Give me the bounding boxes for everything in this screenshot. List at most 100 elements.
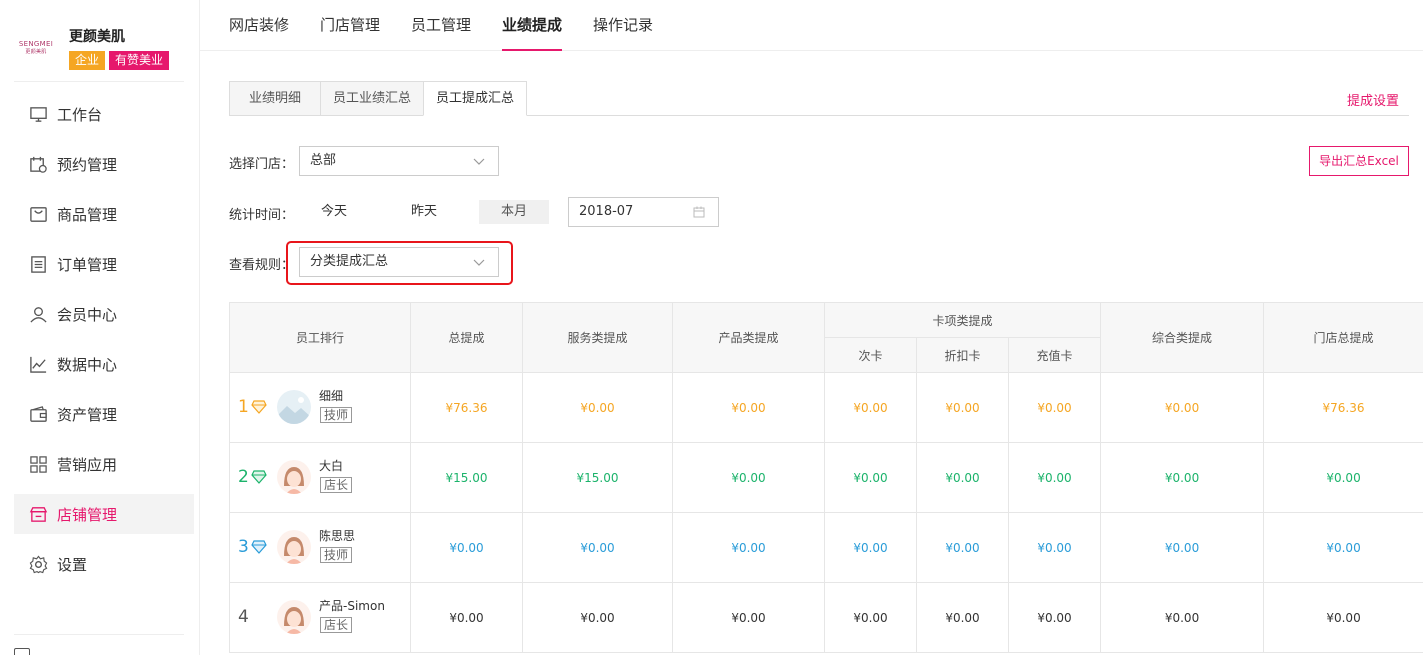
- header-recharge-card: 充值卡: [1007, 337, 1102, 373]
- cell-times-card: ¥0.00: [824, 582, 917, 653]
- cell-service: ¥0.00: [522, 372, 673, 443]
- brand-header: SENGMEI 更颜美肌 更颜美肌 企业 有赞美业: [0, 0, 200, 82]
- green-diamond-icon: [251, 470, 267, 484]
- sidebar-item-members[interactable]: 会员中心: [14, 294, 194, 334]
- store-select-value: 总部: [310, 153, 337, 168]
- sidebar-item-products[interactable]: 商品管理: [14, 194, 194, 234]
- blue-diamond-icon: [251, 540, 267, 554]
- cell-times-card: ¥0.00: [824, 512, 917, 583]
- cell-total: ¥0.00: [410, 512, 523, 583]
- cell-comprehensive: ¥0.00: [1100, 582, 1265, 653]
- shop-name: 更颜美肌: [69, 29, 125, 45]
- sidebar-item-appointments[interactable]: 预约管理: [14, 144, 194, 184]
- sidebar-item-label: 商品管理: [57, 205, 118, 224]
- gold-diamond-icon: [251, 400, 267, 414]
- sidebar-item-workbench[interactable]: 工作台: [14, 94, 194, 134]
- tab-operation-log[interactable]: 操作记录: [593, 0, 653, 51]
- month-picker-value: 2018-07: [579, 204, 634, 219]
- employee-name: 大白: [319, 459, 344, 473]
- sidebar-item-label: 设置: [57, 555, 88, 574]
- employee-name: 产品-Simon: [319, 599, 385, 613]
- table-row: 1 细细 技师 ¥76.36 ¥0.00 ¥0.00 ¥0.00 ¥0.00 ¥…: [229, 372, 1423, 443]
- rank-number: 2: [238, 467, 249, 487]
- tab-performance-commission[interactable]: 业绩提成: [502, 0, 563, 51]
- sidebar-item-label: 营销应用: [57, 455, 118, 474]
- header-comprehensive-commission: 综合类提成: [1100, 302, 1265, 373]
- collapse-sidebar-icon[interactable]: [14, 648, 30, 655]
- sidebar-nav: 工作台 预约管理 商品管理 订单管理 会员中心 数据中心 资产管理 营销应用 店…: [14, 94, 194, 594]
- sidebar-item-assets[interactable]: 资产管理: [14, 394, 194, 434]
- tab-store-management[interactable]: 门店管理: [320, 0, 380, 51]
- monitor-icon: [28, 104, 48, 124]
- cell-comprehensive: ¥0.00: [1100, 372, 1265, 443]
- header-product-commission: 产品类提成: [672, 302, 825, 373]
- commission-table-wrapper: 员工排行 总提成 服务类提成 产品类提成 卡项类提成 综合类提成 门店总提成 次…: [229, 302, 1423, 655]
- cell-service: ¥0.00: [522, 582, 673, 653]
- subtab-staff-commission-summary[interactable]: 员工提成汇总: [423, 81, 527, 116]
- sidebar-item-label: 数据中心: [57, 355, 118, 374]
- cell-times-card: ¥0.00: [824, 442, 917, 513]
- cell-product: ¥0.00: [672, 372, 825, 443]
- bag-icon: [28, 204, 48, 224]
- employee-name: 陈思思: [319, 529, 356, 543]
- header-employee-rank: 员工排行: [229, 302, 411, 373]
- time-option-this-month[interactable]: 本月: [479, 200, 549, 224]
- chevron-down-icon: [473, 158, 485, 165]
- cell-service: ¥0.00: [522, 512, 673, 583]
- cell-discount-card: ¥0.00: [916, 512, 1009, 583]
- employee-role-badge: 技师: [320, 547, 353, 563]
- employee-role-badge: 店长: [320, 617, 353, 633]
- calendar-icon: [693, 206, 705, 218]
- avatar: [277, 530, 311, 564]
- table-row: 3 陈思思 技师 ¥0.00 ¥0.00 ¥0.00 ¥0.00 ¥0.00 ¥…: [229, 512, 1423, 583]
- cell-service: ¥15.00: [522, 442, 673, 513]
- cell-discount-card: ¥0.00: [916, 442, 1009, 513]
- subtab-staff-performance-summary[interactable]: 员工业绩汇总: [320, 81, 424, 116]
- sidebar-item-store[interactable]: 店铺管理: [14, 494, 194, 534]
- time-option-today[interactable]: 今天: [299, 200, 369, 224]
- gear-icon: [28, 554, 48, 574]
- header-times-card: 次卡: [824, 337, 917, 373]
- sidebar-item-label: 店铺管理: [57, 505, 118, 524]
- subtab-performance-detail[interactable]: 业绩明细: [229, 81, 321, 116]
- time-option-yesterday[interactable]: 昨天: [389, 200, 459, 224]
- cell-total: ¥15.00: [410, 442, 523, 513]
- tab-staff-management[interactable]: 员工管理: [411, 0, 471, 51]
- sidebar-item-settings[interactable]: 设置: [14, 544, 194, 584]
- commission-settings-link[interactable]: 提成设置: [1347, 90, 1399, 109]
- chart-line-icon: [28, 354, 48, 374]
- sidebar-item-marketing[interactable]: 营销应用: [14, 444, 194, 484]
- sidebar-item-label: 订单管理: [57, 255, 118, 274]
- employee-role-badge: 店长: [320, 477, 353, 493]
- user-icon: [28, 304, 48, 324]
- table-row: 2 大白 店长 ¥15.00 ¥15.00 ¥0.00 ¥0.00 ¥0.00 …: [229, 442, 1423, 513]
- header-total-commission: 总提成: [410, 302, 523, 373]
- cell-discount-card: ¥0.00: [916, 582, 1009, 653]
- export-excel-button[interactable]: 导出汇总Excel: [1309, 146, 1409, 176]
- cell-product: ¥0.00: [672, 442, 825, 513]
- month-picker[interactable]: 2018-07: [568, 197, 719, 227]
- cell-product: ¥0.00: [672, 512, 825, 583]
- sidebar-item-label: 资产管理: [57, 405, 118, 424]
- divider: [14, 634, 184, 635]
- cell-store-total: ¥76.36: [1263, 372, 1423, 443]
- wallet-icon: [28, 404, 48, 424]
- cell-recharge-card: ¥0.00: [1007, 512, 1102, 583]
- list-doc-icon: [28, 254, 48, 274]
- rank-number: 1: [238, 397, 249, 417]
- calendar-clock-icon: [28, 154, 48, 174]
- cell-store-total: ¥0.00: [1263, 582, 1423, 653]
- sidebar-item-label: 工作台: [57, 105, 103, 124]
- grid-apps-icon: [28, 454, 48, 474]
- brand-logo: SENGMEI 更颜美肌: [18, 40, 54, 55]
- sidebar-item-data[interactable]: 数据中心: [14, 344, 194, 384]
- store-select[interactable]: 总部: [299, 146, 499, 176]
- cell-store-total: ¥0.00: [1263, 442, 1423, 513]
- app-badge: 有赞美业: [109, 51, 170, 70]
- header-store-total-commission: 门店总提成: [1263, 302, 1423, 373]
- avatar: [277, 600, 311, 634]
- tab-shop-decoration[interactable]: 网店装修: [229, 0, 289, 51]
- sidebar-item-orders[interactable]: 订单管理: [14, 244, 194, 284]
- divider: [14, 81, 184, 82]
- cell-times-card: ¥0.00: [824, 372, 917, 443]
